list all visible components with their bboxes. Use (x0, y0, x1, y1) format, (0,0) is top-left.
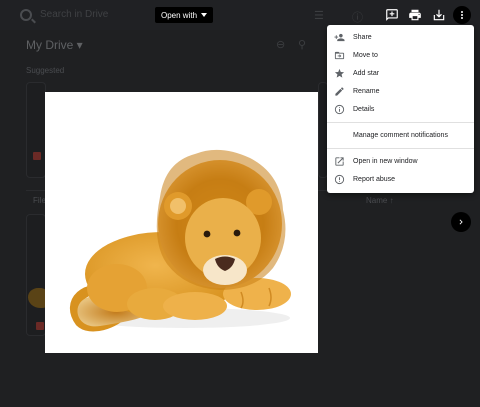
menu-item-details[interactable]: Details (327, 100, 474, 118)
more-vert-icon[interactable] (453, 6, 471, 24)
menu-item-report-abuse[interactable]: Report abuse (327, 170, 474, 188)
info-icon-bg: ⓘ (352, 12, 363, 24)
menu-divider (327, 122, 474, 123)
menu-item-label: Details (353, 105, 375, 113)
suggested-heading: Suggested (26, 66, 65, 75)
info-icon (333, 103, 345, 115)
name-column-header: Name ↑ (366, 196, 394, 205)
person-add-icon (333, 31, 345, 43)
open-with-button[interactable]: Open with (155, 7, 214, 23)
menu-item-label: Open in new window (353, 157, 418, 165)
menu-item-open-in-new-window[interactable]: Open in new window (327, 152, 474, 170)
more-actions-menu: Share Move to Add star Rename Details Ma… (327, 25, 474, 193)
menu-item-move-to[interactable]: Move to (327, 46, 474, 64)
shared-drive-icon: ⊖ (276, 39, 286, 51)
file-card (26, 214, 46, 336)
add-comment-icon[interactable] (383, 6, 401, 24)
menu-item-label: Move to (353, 51, 378, 59)
lion-plush-image (70, 149, 291, 332)
chevron-down-icon (201, 13, 208, 17)
print-icon[interactable] (406, 6, 424, 24)
next-file-button[interactable] (451, 212, 471, 232)
search-icon (20, 9, 32, 21)
menu-item-label: Share (353, 33, 372, 41)
star-icon (333, 67, 345, 79)
menu-item-label: Report abuse (353, 175, 396, 183)
menu-item-label: Rename (353, 87, 380, 95)
chevron-right-icon (459, 219, 463, 225)
menu-item-label: Manage comment notifications (353, 131, 448, 139)
report-icon (333, 173, 345, 185)
list-view-icon: ☰ (314, 10, 324, 22)
menu-item-label: Add star (353, 69, 380, 77)
pencil-icon (333, 85, 345, 97)
share-person-icon: ⚲ (298, 39, 307, 51)
menu-item-share[interactable]: Share (327, 28, 474, 46)
menu-item-add-star[interactable]: Add star (327, 64, 474, 82)
folder-move-icon (333, 49, 345, 61)
menu-divider (327, 148, 474, 149)
my-drive-title: My Drive ▾ (26, 38, 83, 52)
suggested-card (26, 82, 46, 178)
menu-item-rename[interactable]: Rename (327, 82, 474, 100)
open-with-label: Open with (161, 10, 198, 20)
download-icon[interactable] (430, 6, 448, 24)
file-type-icon (33, 152, 41, 160)
file-type-icon (36, 322, 44, 330)
search-placeholder: Search in Drive (40, 9, 109, 20)
menu-item-manage-comment-notifications[interactable]: Manage comment notifications (327, 126, 474, 144)
image-preview (45, 92, 318, 353)
open-in-new-icon (333, 155, 345, 167)
